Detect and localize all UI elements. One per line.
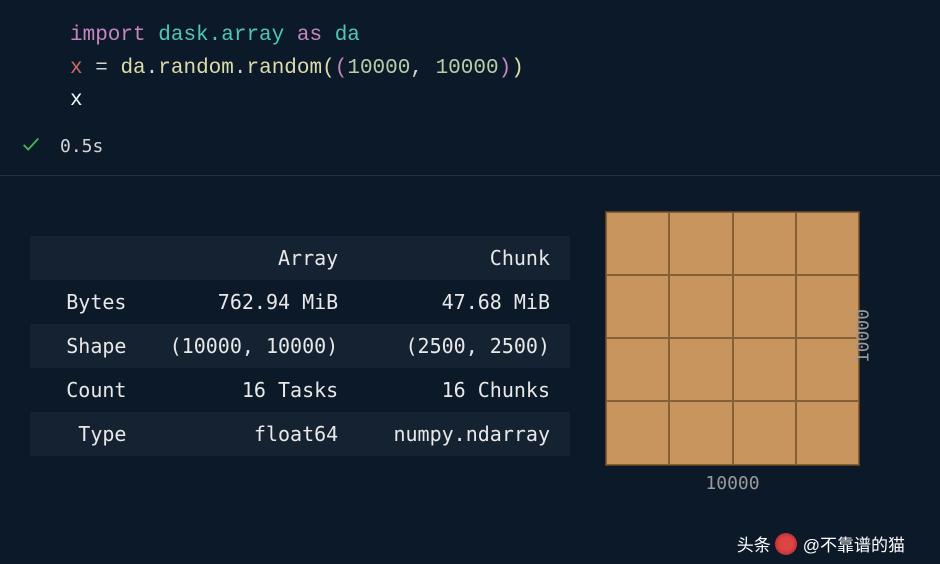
chunk-cell xyxy=(733,212,796,275)
chunk-cell xyxy=(733,338,796,401)
module-name: dask.array xyxy=(158,24,284,47)
watermark-text: @不靠谱的猫 xyxy=(803,531,905,556)
chunk-cell xyxy=(606,401,669,464)
value-count-chunk: 16 Chunks xyxy=(358,368,570,412)
watermark: 头条 @不靠谱的猫 xyxy=(737,531,905,556)
output-area: Array Chunk Bytes 762.94 MiB 47.68 MiB S… xyxy=(0,176,940,486)
keyword-as: as xyxy=(297,24,322,47)
chunk-cell xyxy=(669,401,732,464)
chunk-grid xyxy=(605,211,860,466)
execution-time: 0.5s xyxy=(60,136,103,157)
execution-status: 0.5s xyxy=(0,128,940,175)
value-type-chunk: numpy.ndarray xyxy=(358,412,570,456)
y-axis-label: 10000 xyxy=(852,309,873,363)
code-cell[interactable]: import dask.array as da x = da.random.ra… xyxy=(0,0,940,128)
value-shape-array: (10000, 10000) xyxy=(146,324,358,368)
keyword-import: import xyxy=(70,24,146,47)
chunk-cell xyxy=(796,212,859,275)
value-type-array: float64 xyxy=(146,412,358,456)
chunk-visualization: 10000 10000 xyxy=(605,206,860,466)
variable: x xyxy=(70,57,83,80)
chunk-cell xyxy=(606,338,669,401)
module-alias: da xyxy=(335,24,360,47)
variable-output: x xyxy=(70,89,83,112)
arg-2: 10000 xyxy=(436,57,499,80)
chunk-cell xyxy=(669,275,732,338)
chunk-cell xyxy=(669,338,732,401)
header-empty xyxy=(30,236,146,280)
label-count: Count xyxy=(30,368,146,412)
chunk-cell xyxy=(796,338,859,401)
code-line-2: x = da.random.random((10000, 10000)) xyxy=(70,53,920,86)
chunk-cell xyxy=(606,275,669,338)
x-axis-label: 10000 xyxy=(705,473,759,494)
label-bytes: Bytes xyxy=(30,280,146,324)
method-1: random xyxy=(158,57,234,80)
chunk-cell xyxy=(733,401,796,464)
table-header-row: Array Chunk xyxy=(30,236,570,280)
table-row-shape: Shape (10000, 10000) (2500, 2500) xyxy=(30,324,570,368)
header-array: Array xyxy=(146,236,358,280)
chunk-cell xyxy=(669,212,732,275)
arg-1: 10000 xyxy=(347,57,410,80)
chunk-cell xyxy=(733,275,796,338)
header-chunk: Chunk xyxy=(358,236,570,280)
watermark-badge-icon xyxy=(775,533,797,555)
table-row-bytes: Bytes 762.94 MiB 47.68 MiB xyxy=(30,280,570,324)
value-shape-chunk: (2500, 2500) xyxy=(358,324,570,368)
label-type: Type xyxy=(30,412,146,456)
table-row-count: Count 16 Tasks 16 Chunks xyxy=(30,368,570,412)
code-line-1: import dask.array as da xyxy=(70,20,920,53)
method-2: random xyxy=(247,57,323,80)
watermark-prefix: 头条 xyxy=(737,531,771,556)
object: da xyxy=(120,57,145,80)
check-icon xyxy=(20,133,40,160)
label-shape: Shape xyxy=(30,324,146,368)
value-bytes-chunk: 47.68 MiB xyxy=(358,280,570,324)
value-count-array: 16 Tasks xyxy=(146,368,358,412)
chunk-cell xyxy=(796,401,859,464)
table-row-type: Type float64 numpy.ndarray xyxy=(30,412,570,456)
operator-eq: = xyxy=(95,57,108,80)
array-info-table: Array Chunk Bytes 762.94 MiB 47.68 MiB S… xyxy=(30,236,570,456)
code-line-3: x xyxy=(70,85,920,118)
chunk-cell xyxy=(796,275,859,338)
value-bytes-array: 762.94 MiB xyxy=(146,280,358,324)
chunk-cell xyxy=(606,212,669,275)
